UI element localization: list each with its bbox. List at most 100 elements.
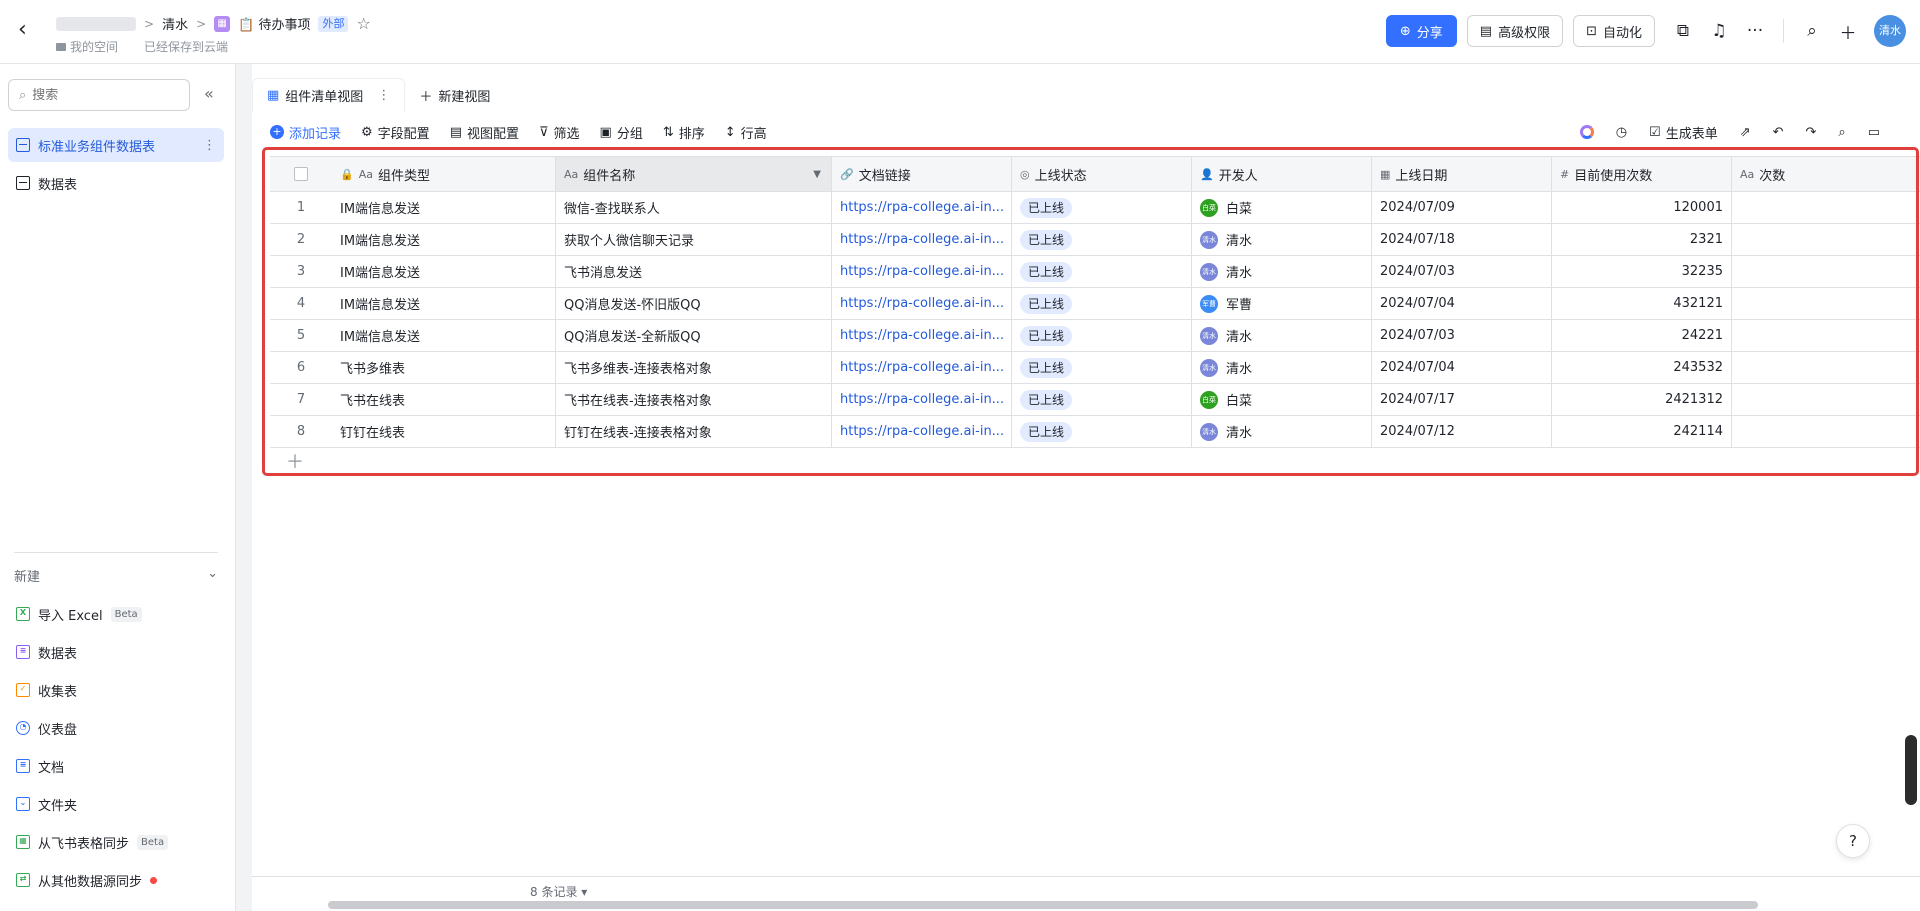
cell-name[interactable]: QQ消息发送-全新版QQ	[556, 320, 832, 351]
cell-status[interactable]: 已上线	[1012, 320, 1192, 351]
select-all-checkbox[interactable]	[294, 167, 308, 181]
sidebar-item-data-table[interactable]: 数据表	[8, 166, 224, 200]
new-data-table[interactable]: ≡ 数据表	[16, 640, 77, 664]
new-form[interactable]: ✓ 收集表	[16, 678, 77, 702]
search-icon[interactable]: ⌕	[1794, 21, 1830, 41]
cell-times[interactable]	[1732, 352, 1920, 383]
cell-link[interactable]: https://rpa-college.ai-in...	[832, 192, 1012, 223]
table-row[interactable]: 2 IM端信息发送 获取个人微信聊天记录 https://rpa-college.ai…	[270, 224, 1920, 256]
row-number[interactable]: 4	[270, 288, 332, 319]
cell-type[interactable]: 飞书多维表	[332, 352, 556, 383]
ai-ring-icon[interactable]	[1579, 125, 1594, 139]
filter-button[interactable]: ⊽ 筛选	[539, 123, 580, 142]
table-row[interactable]: 8 钉钉在线表 钉钉在线表-连接表格对象 https://rpa-college.ai…	[270, 416, 1920, 448]
table-row[interactable]: 7 飞书在线表 飞书在线表-连接表格对象 https://rpa-college.ai…	[270, 384, 1920, 416]
record-count[interactable]: 8 条记录 ▾	[530, 883, 587, 900]
cell-usage-count[interactable]: 432121	[1552, 288, 1732, 319]
space-label[interactable]: 我的空间	[56, 38, 118, 55]
help-button[interactable]: ?	[1836, 824, 1870, 858]
chevron-down-icon[interactable]: ⌄	[207, 566, 218, 585]
new-sync-datasource[interactable]: ⇄ 从其他数据源同步	[16, 868, 158, 892]
cell-developer[interactable]: 白菜 白菜	[1192, 192, 1372, 223]
new-section-header[interactable]: 新建 ⌄	[14, 566, 218, 585]
row-number[interactable]: 7	[270, 384, 332, 415]
tab-new-view[interactable]: ＋ 新建视图	[405, 78, 504, 112]
automation-button[interactable]: ⊡ 自动化	[1573, 15, 1655, 47]
view-config-button[interactable]: ▤ 视图配置	[450, 123, 519, 142]
doc-link[interactable]: https://rpa-college.ai-in...	[840, 360, 1004, 375]
cell-status[interactable]: 已上线	[1012, 192, 1192, 223]
cell-usage-count[interactable]: 2321	[1552, 224, 1732, 255]
cell-link[interactable]: https://rpa-college.ai-in...	[832, 320, 1012, 351]
sidebar-item-standard-table[interactable]: 标准业务组件数据表 ⋮	[8, 128, 224, 162]
cell-times[interactable]	[1732, 224, 1920, 255]
cell-name[interactable]: 飞书多维表-连接表格对象	[556, 352, 832, 383]
avatar[interactable]: 清水	[1874, 15, 1906, 47]
table-row[interactable]: 1 IM端信息发送 微信-查找联系人 https://rpa-college.ai-i…	[270, 192, 1920, 224]
cell-times[interactable]	[1732, 192, 1920, 223]
cell-name[interactable]: 钉钉在线表-连接表格对象	[556, 416, 832, 447]
sort-button[interactable]: ⇅ 排序	[663, 123, 705, 142]
cell-times[interactable]	[1732, 416, 1920, 447]
cell-date[interactable]: 2024/07/03	[1372, 256, 1552, 287]
cell-developer[interactable]: 清水 清水	[1192, 256, 1372, 287]
cell-usage-count[interactable]: 24221	[1552, 320, 1732, 351]
col-header-link[interactable]: 🔗 文档链接	[832, 157, 1012, 191]
field-config-button[interactable]: ⚙ 字段配置	[361, 123, 430, 142]
group-button[interactable]: ▣ 分组	[600, 123, 643, 142]
row-number[interactable]: 8	[270, 416, 332, 447]
row-height-button[interactable]: ↕ 行高	[725, 123, 767, 142]
cell-name[interactable]: 飞书消息发送	[556, 256, 832, 287]
cell-date[interactable]: 2024/07/18	[1372, 224, 1552, 255]
cell-name[interactable]: 微信-查找联系人	[556, 192, 832, 223]
cell-status[interactable]: 已上线	[1012, 288, 1192, 319]
cell-status[interactable]: 已上线	[1012, 224, 1192, 255]
cell-type[interactable]: 钉钉在线表	[332, 416, 556, 447]
row-number[interactable]: 6	[270, 352, 332, 383]
add-row-button[interactable]: ＋	[270, 448, 1920, 480]
table-row[interactable]: 5 IM端信息发送 QQ消息发送-全新版QQ https://rpa-college.…	[270, 320, 1920, 352]
cell-name[interactable]: 获取个人微信聊天记录	[556, 224, 832, 255]
cell-type[interactable]: IM端信息发送	[332, 256, 556, 287]
bell-icon[interactable]: ♫	[1701, 21, 1737, 41]
horizontal-scrollbar[interactable]	[328, 901, 1758, 909]
plus-icon[interactable]: ＋	[1830, 19, 1866, 44]
cell-date[interactable]: 2024/07/17	[1372, 384, 1552, 415]
cell-times[interactable]	[1732, 288, 1920, 319]
share-button[interactable]: ⊕ 分享	[1385, 15, 1457, 47]
undo-icon[interactable]: ↶	[1773, 125, 1784, 140]
new-doc[interactable]: ≡ 文档	[16, 754, 64, 778]
cell-link[interactable]: https://rpa-college.ai-in...	[832, 384, 1012, 415]
comment-icon[interactable]: ▭	[1868, 125, 1880, 140]
cell-link[interactable]: https://rpa-college.ai-in...	[832, 256, 1012, 287]
cell-usage-count[interactable]: 32235	[1552, 256, 1732, 287]
row-number[interactable]: 1	[270, 192, 332, 223]
cell-usage-count[interactable]: 243532	[1552, 352, 1732, 383]
col-header-name[interactable]: Aa 组件名称 ▼	[556, 157, 832, 191]
cell-status[interactable]: 已上线	[1012, 352, 1192, 383]
cell-developer[interactable]: 白菜 白菜	[1192, 384, 1372, 415]
cell-times[interactable]	[1732, 320, 1920, 351]
chevron-left-icon[interactable]: ‹	[18, 19, 40, 42]
col-header-status[interactable]: ◎ 上线状态	[1012, 157, 1192, 191]
share-export-icon[interactable]: ⇗	[1740, 125, 1751, 140]
star-icon[interactable]: ☆	[356, 14, 370, 33]
search-input[interactable]	[32, 87, 163, 103]
table-row[interactable]: 3 IM端信息发送 飞书消息发送 https://rpa-college.ai-in.…	[270, 256, 1920, 288]
new-dashboard[interactable]: ◔ 仪表盘	[16, 716, 77, 740]
new-import-excel[interactable]: X 导入 Excel Beta	[16, 602, 142, 626]
search-records-icon[interactable]: ⌕	[1838, 125, 1845, 140]
cell-date[interactable]: 2024/07/04	[1372, 352, 1552, 383]
doc-link[interactable]: https://rpa-college.ai-in...	[840, 296, 1004, 311]
doc-link[interactable]: https://rpa-college.ai-in...	[840, 232, 1004, 247]
table-row[interactable]: 6 飞书多维表 飞书多维表-连接表格对象 https://rpa-college.ai…	[270, 352, 1920, 384]
collapse-sidebar-icon[interactable]: «	[204, 84, 214, 103]
cell-type[interactable]: 飞书在线表	[332, 384, 556, 415]
caret-down-icon[interactable]: ▼	[813, 169, 821, 180]
cell-status[interactable]: 已上线	[1012, 416, 1192, 447]
history-icon[interactable]: ◷	[1616, 125, 1627, 140]
cell-developer[interactable]: 清水 清水	[1192, 416, 1372, 447]
search-box[interactable]: ⌕	[8, 79, 190, 111]
doc-link[interactable]: https://rpa-college.ai-in...	[840, 200, 1004, 215]
doc-link[interactable]: https://rpa-college.ai-in...	[840, 328, 1004, 343]
